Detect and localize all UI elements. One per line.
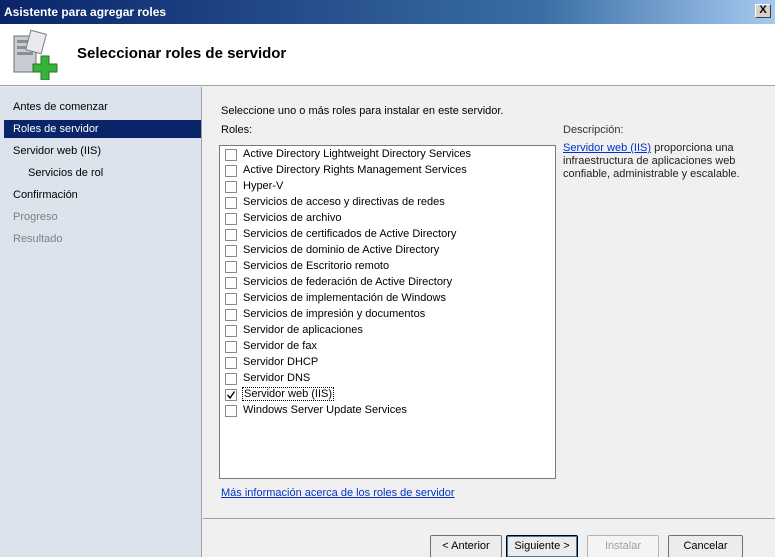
role-checkbox[interactable]: [225, 245, 237, 257]
role-checkbox[interactable]: [225, 181, 237, 193]
checkmark-icon: [226, 391, 236, 400]
role-item[interactable]: Servicios de archivo: [224, 211, 544, 227]
role-item[interactable]: Servidor DHCP: [224, 355, 544, 371]
role-label[interactable]: Active Directory Lightweight Directory S…: [243, 148, 471, 160]
roles-label: Roles:: [221, 124, 253, 136]
step-roles-de-servidor[interactable]: Roles de servidor: [4, 120, 201, 138]
role-checkbox[interactable]: [225, 293, 237, 305]
role-checkbox[interactable]: [225, 341, 237, 353]
role-checkbox[interactable]: [225, 373, 237, 385]
role-checkbox[interactable]: [225, 325, 237, 337]
role-item[interactable]: Servicios de dominio de Active Directory: [224, 243, 544, 259]
role-item-selected[interactable]: Servidor web (IIS): [224, 387, 544, 403]
next-button[interactable]: Siguiente >: [506, 535, 578, 557]
role-label[interactable]: Servicios de archivo: [243, 212, 341, 224]
role-label[interactable]: Servicios de Escritorio remoto: [243, 260, 389, 272]
main-content: Seleccione uno o más roles para instalar…: [203, 87, 775, 518]
role-checkbox[interactable]: [225, 165, 237, 177]
role-checkbox[interactable]: [225, 277, 237, 289]
role-label[interactable]: Servicios de impresión y documentos: [243, 308, 425, 320]
role-label[interactable]: Servicios de dominio de Active Directory: [243, 244, 439, 256]
role-checkbox-checked[interactable]: [225, 389, 237, 401]
step-servidor-web[interactable]: Servidor web (IIS): [4, 142, 201, 160]
instruction-text: Seleccione uno o más roles para instalar…: [221, 105, 504, 117]
role-label[interactable]: Servicios de federación de Active Direct…: [243, 276, 452, 288]
role-item[interactable]: Servicios de implementación de Windows: [224, 291, 544, 307]
role-label[interactable]: Servidor web (IIS): [241, 387, 335, 401]
step-servicios-de-rol[interactable]: Servicios de rol: [4, 164, 201, 182]
role-checkbox[interactable]: [225, 309, 237, 321]
wizard-steps-sidebar: Antes de comenzar Roles de servidor Serv…: [0, 87, 202, 557]
role-item[interactable]: Servicios de acceso y directivas de rede…: [224, 195, 544, 211]
role-label[interactable]: Servicios de acceso y directivas de rede…: [243, 196, 445, 208]
role-checkbox[interactable]: [225, 357, 237, 369]
step-confirmacion[interactable]: Confirmación: [4, 186, 201, 204]
role-label[interactable]: Servicios de implementación de Windows: [243, 292, 446, 304]
role-label[interactable]: Servidor de fax: [243, 340, 317, 352]
role-item[interactable]: Servicios de Escritorio remoto: [224, 259, 544, 275]
role-item[interactable]: Servidor DNS: [224, 371, 544, 387]
step-resultado: Resultado: [13, 233, 63, 245]
role-item[interactable]: Windows Server Update Services: [224, 403, 544, 419]
add-roles-server-icon: [13, 29, 58, 80]
role-item[interactable]: Active Directory Rights Management Servi…: [224, 163, 544, 179]
title-bar: Asistente para agregar roles X: [0, 0, 775, 24]
roles-listbox[interactable]: Active Directory Lightweight Directory S…: [219, 145, 556, 479]
role-checkbox[interactable]: [225, 405, 237, 417]
role-label[interactable]: Servidor de aplicaciones: [243, 324, 363, 336]
back-button[interactable]: < Anterior: [430, 535, 502, 557]
role-item[interactable]: Servidor de aplicaciones: [224, 323, 544, 339]
role-checkbox[interactable]: [225, 213, 237, 225]
role-item[interactable]: Servidor de fax: [224, 339, 544, 355]
role-item[interactable]: Servicios de certificados de Active Dire…: [224, 227, 544, 243]
wizard-header: Seleccionar roles de servidor: [0, 24, 775, 86]
role-item[interactable]: Hyper-V: [224, 179, 544, 195]
description-title: Descripción:: [563, 124, 624, 136]
role-label[interactable]: Windows Server Update Services: [243, 404, 407, 416]
role-label[interactable]: Servidor DHCP: [243, 356, 318, 368]
role-label[interactable]: Active Directory Rights Management Servi…: [243, 164, 467, 176]
install-button: Instalar: [587, 535, 659, 557]
role-checkbox[interactable]: [225, 197, 237, 209]
description-text: Servidor web (IIS) proporciona una infra…: [563, 142, 763, 181]
page-title: Seleccionar roles de servidor: [77, 45, 287, 62]
step-progreso: Progreso: [13, 211, 58, 223]
close-button[interactable]: X: [755, 4, 771, 18]
role-label[interactable]: Servidor DNS: [243, 372, 310, 384]
role-label[interactable]: Hyper-V: [243, 180, 283, 192]
step-antes-de-comenzar[interactable]: Antes de comenzar: [4, 98, 201, 116]
wizard-footer: < Anterior Siguiente > Instalar Cancelar: [203, 518, 775, 557]
cancel-button[interactable]: Cancelar: [668, 535, 743, 557]
role-checkbox[interactable]: [225, 261, 237, 273]
role-item[interactable]: Active Directory Lightweight Directory S…: [224, 147, 544, 163]
role-item[interactable]: Servicios de federación de Active Direct…: [224, 275, 544, 291]
role-checkbox[interactable]: [225, 229, 237, 241]
window-title: Asistente para agregar roles: [4, 5, 167, 19]
role-checkbox[interactable]: [225, 149, 237, 161]
role-label[interactable]: Servicios de certificados de Active Dire…: [243, 228, 456, 240]
description-link[interactable]: Servidor web (IIS): [563, 142, 651, 154]
more-info-link[interactable]: Más información acerca de los roles de s…: [221, 487, 455, 499]
role-item[interactable]: Servicios de impresión y documentos: [224, 307, 544, 323]
